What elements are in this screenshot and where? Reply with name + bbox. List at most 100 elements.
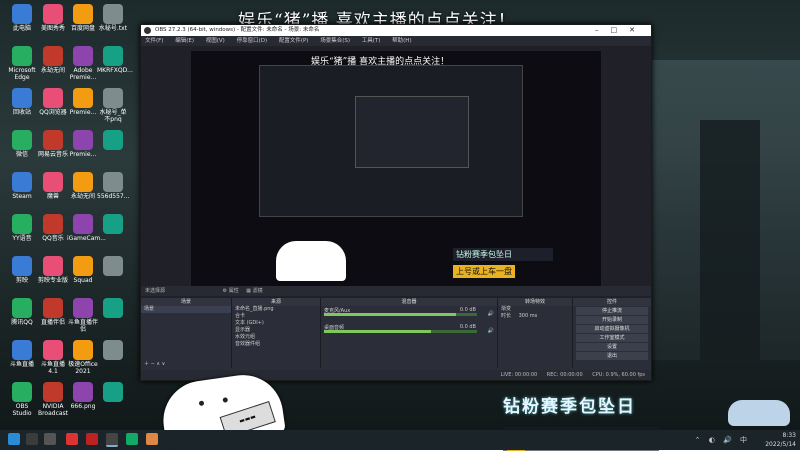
desktop-icon[interactable]: 水秘号_单不pnq <box>97 88 129 123</box>
desktop-icon[interactable]: 666.png <box>67 382 99 410</box>
app-icon <box>73 172 93 192</box>
settings-button[interactable]: 设置 <box>576 343 648 351</box>
desktop-icon[interactable]: Squad <box>67 256 99 284</box>
properties-button[interactable]: 属性 <box>229 288 239 294</box>
desktop-icon-label: OBS Studio <box>12 403 32 417</box>
filter-icon[interactable]: ▦ <box>246 288 251 294</box>
desktop-icon[interactable]: 网易云音乐 <box>37 130 69 158</box>
desktop-icon[interactable] <box>97 340 129 361</box>
taskbar-app-icon[interactable] <box>146 433 158 445</box>
desktop-icon[interactable]: YY语音 <box>6 214 38 242</box>
desktop-icon[interactable] <box>97 214 129 235</box>
source-item[interactable]: 显示器 <box>232 327 320 334</box>
menu-profile[interactable]: 配置文件(P) <box>279 38 309 44</box>
search-icon[interactable] <box>26 433 38 445</box>
mute-icon[interactable]: 🔊 <box>488 311 494 317</box>
preview-canvas[interactable]: 娱乐“猪”播 喜欢主播的点点关注！ 钻粉赛季包坠日 上号或上车一盘 <box>191 51 601 296</box>
source-item[interactable]: 音效器件组 <box>232 341 320 348</box>
desktop-icon[interactable]: Microsoft Edge <box>6 46 38 81</box>
desktop-icon-label: 极速Office 2021 <box>68 361 98 375</box>
menu-tools[interactable]: 工具(T) <box>362 38 381 44</box>
stop-streaming-button[interactable]: 停止推流 <box>576 307 648 315</box>
mute-icon[interactable]: 🔊 <box>488 328 494 334</box>
source-item[interactable]: 合卡 <box>232 313 320 320</box>
clock[interactable]: 8:33 2022/5/14 <box>765 431 796 449</box>
menu-edit[interactable]: 编辑(E) <box>175 38 194 44</box>
transition-type-select[interactable]: 渐变 <box>498 306 572 313</box>
task-view-icon[interactable] <box>44 433 56 445</box>
obs-titlebar[interactable]: OBS 27.2.3 (64-bit, windows) - 配置文件: 未命名… <box>141 25 651 36</box>
scene-toolbar[interactable]: ＋ − ∧ ∨ <box>141 361 165 368</box>
desktop-icon[interactable]: Steam <box>6 172 38 200</box>
desktop-icon[interactable]: iGameCam... <box>67 214 106 242</box>
duration-value[interactable]: 300 ms <box>519 313 538 319</box>
virtual-camera-button[interactable]: 启动虚拟摄像机 <box>576 325 648 333</box>
start-button-icon[interactable] <box>8 433 20 445</box>
mixer-track[interactable]: 桌面音频 0.0 dB 🔊 <box>321 323 497 340</box>
desktop-icon[interactable]: NVIDIA Broadcast <box>37 382 69 417</box>
desktop-icon[interactable]: 斗鱼直播4.1 <box>37 340 69 375</box>
window-controls[interactable]: –□✕ <box>595 25 647 36</box>
studio-mode-button[interactable]: 工作室模式 <box>576 334 648 342</box>
desktop-icon[interactable]: 剪映 <box>6 256 38 284</box>
mixer-track[interactable]: 麦克风/Aux 0.0 dB 🔊 <box>321 306 497 323</box>
volume-meter[interactable] <box>324 313 477 316</box>
gear-icon[interactable]: ⚙ <box>223 288 227 294</box>
desktop-icon[interactable]: MKRFXQD... <box>97 46 133 74</box>
system-tray-icons[interactable]: ⌃ ◐ 🔊 中 <box>695 435 750 445</box>
app-icon <box>73 4 93 24</box>
taskbar-app-icon[interactable] <box>126 433 138 445</box>
desktop-icon[interactable]: 腾讯QQ <box>6 298 38 326</box>
exit-button[interactable]: 退出 <box>576 352 648 360</box>
menu-scene-collection[interactable]: 场景集合(S) <box>320 38 350 44</box>
desktop-icon[interactable] <box>97 298 129 319</box>
taskbar-app-icon[interactable] <box>66 433 78 445</box>
sources-dock: 来源 未命名_直播.png 合卡 文本 (GDI+) 显示器 水效元组 音效器件… <box>232 298 320 368</box>
desktop-icon-label: Microsoft Edge <box>8 67 36 81</box>
rec-status: REC: 00:00:00 <box>546 372 583 378</box>
desktop-icon-label: 666.png <box>70 403 96 410</box>
desktop-icon[interactable]: 永劫无间 <box>67 172 99 200</box>
desktop-icon[interactable]: Premie... <box>67 88 99 116</box>
desktop-icon[interactable]: 直播伴侣 <box>37 298 69 326</box>
desktop-icon[interactable]: 魔兽 <box>37 172 69 200</box>
desktop-icon[interactable] <box>97 130 129 151</box>
app-icon <box>73 298 93 318</box>
obs-window[interactable]: OBS 27.2.3 (64-bit, windows) - 配置文件: 未命名… <box>140 24 652 381</box>
desktop-icon[interactable]: QQ浏览器 <box>37 88 69 116</box>
desktop-icon[interactable]: QQ音乐 <box>37 214 69 242</box>
desktop-icon[interactable] <box>97 256 129 277</box>
desktop-icon[interactable]: 水秘号.txt <box>97 4 129 32</box>
desktop-icon[interactable]: Premie... <box>67 130 99 158</box>
obs-taskbar-icon[interactable] <box>106 433 118 447</box>
desktop-icon[interactable]: 永劫无间 <box>37 46 69 74</box>
menu-file[interactable]: 文件(F) <box>145 38 163 44</box>
start-recording-button[interactable]: 开始录制 <box>576 316 648 324</box>
desktop-icon[interactable]: Adobe Premie... <box>67 46 99 81</box>
desktop-icon[interactable]: 美图秀秀 <box>37 4 69 32</box>
menu-view[interactable]: 视图(V) <box>206 38 225 44</box>
source-item[interactable]: 水效元组 <box>232 334 320 341</box>
desktop-icon[interactable]: 回收站 <box>6 88 38 116</box>
transition-duration[interactable]: 时长 300 ms <box>498 313 572 320</box>
desktop-icon[interactable]: OBS Studio <box>6 382 38 417</box>
taskbar-app-icon[interactable] <box>86 433 98 445</box>
desktop-icon[interactable] <box>97 382 129 403</box>
menu-docks[interactable]: 停靠窗口(D) <box>237 38 268 44</box>
source-item[interactable]: 未命名_直播.png <box>232 306 320 313</box>
desktop-icon[interactable]: 此电脑 <box>6 4 38 32</box>
desktop-icon[interactable]: 极速Office 2021 <box>67 340 99 375</box>
menu-help[interactable]: 帮助(H) <box>392 38 411 44</box>
volume-meter[interactable] <box>324 330 477 333</box>
desktop-icon[interactable]: 剪映专业版 <box>37 256 69 284</box>
source-item[interactable]: 文本 (GDI+) <box>232 320 320 327</box>
desktop-icon[interactable]: 斗鱼直播 <box>6 340 38 368</box>
obs-preview[interactable]: 娱乐“猪”播 喜欢主播的点点关注！ 钻粉赛季包坠日 上号或上车一盘 <box>141 46 651 308</box>
desktop-icon[interactable]: 百度网盘 <box>67 4 99 32</box>
desktop-icon[interactable]: 斗鱼直播伴侣 <box>67 298 99 333</box>
desktop-icon[interactable]: 微信 <box>6 130 38 158</box>
desktop-icon[interactable]: 556d557... <box>97 172 129 200</box>
preview-promo: 钻粉赛季包坠日 上号或上车一盘 <box>453 248 553 288</box>
scene-item[interactable]: 场景 <box>141 306 231 313</box>
filters-button[interactable]: 滤镜 <box>253 288 263 294</box>
